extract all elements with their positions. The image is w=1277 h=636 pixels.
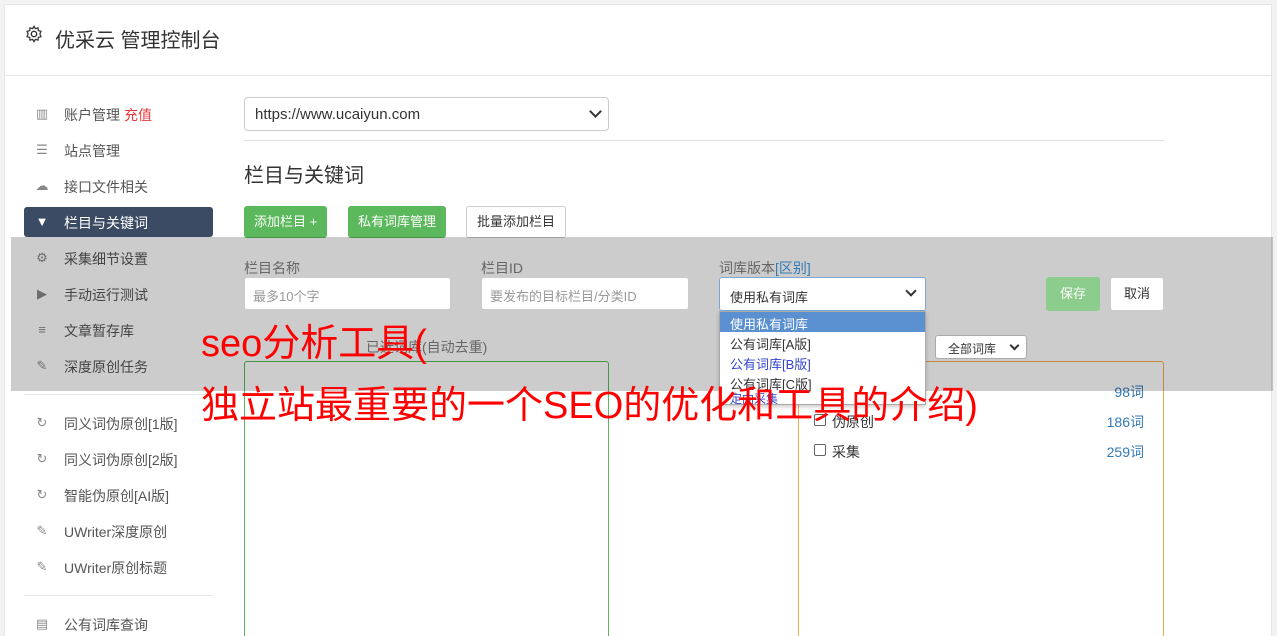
library-version-value: 使用私有词库	[730, 290, 809, 305]
sidebar-item-label: 公有词库查询	[64, 617, 148, 633]
bar-chart-icon: ▥	[35, 106, 49, 121]
sidebar-item-label: UWriter深度原创	[64, 524, 168, 540]
sidebar-item-uwriter-deep[interactable]: ✎ UWriter深度原创	[24, 516, 213, 546]
recharge-link[interactable]: 充值	[124, 107, 152, 123]
page-title: 优采云 管理控制台	[55, 30, 221, 52]
sidebar-item-label: UWriter原创标题	[64, 560, 168, 576]
library-checkbox[interactable]	[814, 444, 826, 456]
library-count: 186词	[1106, 414, 1144, 430]
refresh-icon: ↻	[36, 451, 48, 466]
sidebar-item-uwriter-title[interactable]: ✎ UWriter原创标题	[24, 552, 213, 582]
save-button[interactable]: 保存	[1046, 277, 1100, 311]
column-id-label: 栏目ID	[481, 260, 523, 276]
edit-icon: ✎	[36, 559, 48, 574]
chevron-down-icon	[905, 285, 917, 297]
difference-link[interactable]: [区别]	[775, 260, 811, 276]
sidebar-item-account[interactable]: ▥ 账户管理 充值	[24, 99, 213, 129]
library-row[interactable]: 采集 259词	[814, 441, 1144, 461]
sidebar-item-columns[interactable]: ▼ 栏目与关键词	[24, 207, 213, 237]
library-version-select[interactable]: 使用私有词库	[719, 277, 926, 311]
sidebar-item-label: 接口文件相关	[64, 179, 148, 195]
top-bar: 优采云 管理控制台	[5, 5, 1271, 76]
refresh-icon: ↻	[36, 415, 48, 430]
edit-icon: ✎	[36, 523, 48, 538]
add-column-button[interactable]: 添加栏目 +	[244, 206, 328, 238]
library-name: 采集	[832, 444, 860, 460]
sidebar-item-label: 栏目与关键词	[64, 215, 148, 231]
server-icon: ☰	[36, 142, 48, 157]
library-version-label: 词库版本[区别]	[719, 258, 811, 278]
sidebar-item-ai-rewrite[interactable]: ↻ 智能伪原创[AI版]	[24, 480, 213, 510]
gear-icon	[26, 25, 42, 43]
sidebar-item-label: 同义词伪原创[2版]	[64, 452, 178, 468]
sidebar-item-sites[interactable]: ☰ 站点管理	[24, 135, 213, 165]
site-select[interactable]: https://www.ucaiyun.com	[244, 97, 609, 131]
cloud-upload-icon: ☁	[35, 178, 49, 193]
library-filter-value: 全部词库	[948, 342, 997, 356]
dropdown-option[interactable]: 公有词库[B版]	[720, 352, 925, 372]
dropdown-option[interactable]: 公有词库[A版]	[720, 332, 925, 352]
library-version-label-text: 词库版本	[719, 260, 775, 276]
private-library-button[interactable]: 私有词库管理	[348, 206, 447, 238]
column-name-input[interactable]: 最多10个字	[244, 277, 451, 310]
library-filter-select[interactable]: 全部词库	[935, 335, 1027, 359]
sidebar-item-label: 站点管理	[64, 143, 120, 159]
sidebar-item-label: 账户管理	[64, 107, 120, 123]
book-icon: ▤	[35, 616, 49, 631]
chevron-down-icon	[589, 105, 602, 118]
sidebar-divider	[24, 595, 213, 596]
sidebar-item-public-lib[interactable]: ▤ 公有词库查询	[24, 609, 213, 636]
column-id-input[interactable]: 要发布的目标栏目/分类ID	[481, 277, 689, 310]
dropdown-option[interactable]: 使用私有词库	[720, 312, 925, 332]
refresh-icon: ↻	[36, 487, 48, 502]
batch-add-column-button[interactable]: 批量添加栏目	[466, 206, 567, 238]
site-select-value: https://www.ucaiyun.com	[255, 106, 421, 123]
column-name-label: 栏目名称	[244, 260, 300, 276]
section-title: 栏目与关键词	[244, 165, 364, 187]
overlay-band	[11, 237, 1273, 391]
sidebar-item-synonym-v1[interactable]: ↻ 同义词伪原创[1版]	[24, 408, 213, 438]
overlay-caption-line1: seo分析工具(	[201, 323, 427, 365]
library-count: 259词	[1106, 444, 1144, 460]
overlay-caption-line2: 独立站最重要的一个SEO的优化和工具的介绍)	[201, 385, 978, 427]
sidebar-item-label: 智能伪原创[AI版]	[64, 488, 170, 504]
sidebar-item-label: 同义词伪原创[1版]	[64, 416, 178, 432]
cancel-button[interactable]: 取消	[1110, 277, 1164, 311]
divider	[244, 140, 1164, 141]
filter-icon: ▼	[35, 214, 49, 229]
chevron-down-icon	[1009, 340, 1020, 351]
sidebar-item-synonym-v2[interactable]: ↻ 同义词伪原创[2版]	[24, 444, 213, 474]
sidebar-divider	[24, 394, 213, 395]
sidebar-item-interface[interactable]: ☁ 接口文件相关	[24, 171, 213, 201]
